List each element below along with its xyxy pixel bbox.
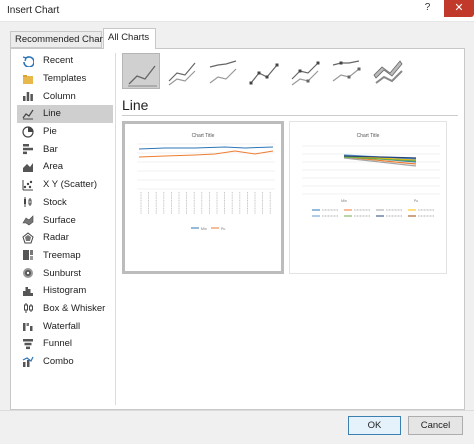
sidebar-item-label: Templates — [43, 73, 87, 85]
ok-button[interactable]: OK — [348, 416, 401, 435]
stacked-line-with-markers-subtype-icon — [291, 61, 320, 86]
section-divider — [122, 115, 458, 116]
sidebar-item-label: Stock — [43, 196, 67, 208]
treemap-icon — [22, 249, 34, 261]
sidebar-item-label: Treemap — [43, 249, 81, 261]
sidebar-item-area[interactable]: Area — [17, 158, 113, 176]
sidebar-item-label: Recent — [43, 55, 74, 67]
close-button[interactable]: ✕ — [444, 0, 474, 17]
sidebar-item-scatter[interactable]: X Y (Scatter) — [17, 176, 113, 194]
stacked-line-with-markers-subtype[interactable] — [286, 53, 324, 89]
sidebar-item-bar[interactable]: Bar — [17, 140, 113, 158]
chart-type-list: Recent Templates Column Line Pie Bar Area X Y (… — [17, 52, 113, 370]
100-stacked-line-subtype-icon — [209, 60, 237, 84]
sidebar-item-label: Histogram — [43, 285, 87, 297]
line-subtype[interactable] — [122, 53, 160, 89]
chart-preview-2[interactable]: Chart Title Min Pu — [289, 121, 447, 274]
sidebar-item-label: Waterfall — [43, 320, 81, 332]
footer-divider — [0, 410, 474, 411]
sidebar-item-treemap[interactable]: Treemap — [17, 247, 113, 265]
sidebar-item-histogram[interactable]: Histogram — [17, 282, 113, 300]
sidebar-item-label: Area — [43, 161, 64, 173]
window-title: Insert Chart — [7, 5, 60, 16]
series-line-2 — [138, 150, 274, 158]
bar-icon — [22, 143, 34, 155]
sidebar-item-label: Pie — [43, 126, 57, 138]
sidebar-item-label: Sunburst — [43, 267, 82, 279]
legend-label-1: Min — [201, 227, 207, 231]
line-with-markers-subtype-icon — [249, 63, 279, 85]
sidebar-item-surface[interactable]: Surface — [17, 211, 113, 229]
box-whisker-icon — [22, 302, 34, 314]
chart-preview-1-graphic: Chart Title Min Pu — [137, 133, 275, 231]
help-button[interactable]: ? — [414, 0, 441, 17]
sidebar-item-label: Combo — [43, 356, 74, 368]
sidebar-divider — [115, 53, 116, 405]
x-tick-label-1: Min — [341, 199, 347, 203]
area-icon — [22, 161, 34, 173]
sidebar-item-funnel[interactable]: Funnel — [17, 335, 113, 353]
combo-icon — [22, 356, 34, 368]
sidebar-item-stock[interactable]: Stock — [17, 194, 113, 212]
100-stacked-line-with-markers-subtype[interactable] — [327, 53, 365, 89]
sunburst-icon — [22, 267, 34, 279]
chart-preview-2-graphic: Chart Title Min Pu — [302, 133, 440, 217]
3d-line-subtype[interactable] — [368, 53, 406, 89]
column-icon — [22, 90, 34, 102]
sidebar-item-recent[interactable]: Recent — [17, 52, 113, 70]
sidebar-item-waterfall[interactable]: Waterfall — [17, 317, 113, 335]
sidebar-item-radar[interactable]: Radar — [17, 229, 113, 247]
recent-icon — [22, 55, 35, 68]
histogram-icon — [22, 285, 34, 297]
pie-icon — [22, 125, 34, 138]
stacked-line-subtype[interactable] — [163, 53, 201, 89]
sidebar-item-label: Radar — [43, 232, 69, 244]
cancel-button[interactable]: Cancel — [408, 416, 463, 435]
legend-label-2: Pu — [221, 227, 225, 231]
sidebar-item-combo[interactable]: Combo — [17, 353, 113, 371]
sidebar-item-label: Box & Whisker — [43, 302, 106, 314]
chart-title: Chart Title — [192, 133, 215, 139]
sidebar-item-label: Column — [43, 90, 76, 102]
waterfall-icon — [22, 320, 34, 332]
sidebar-item-line[interactable]: Line — [17, 105, 113, 123]
tab-all-charts[interactable]: All Charts — [103, 28, 156, 49]
chart-preview-1[interactable]: Chart Title Min Pu — [122, 121, 284, 274]
sidebar-item-box-whisker[interactable]: Box & Whisker — [17, 300, 113, 318]
sidebar-item-label: X Y (Scatter) — [43, 179, 98, 191]
3d-line-subtype-icon — [373, 60, 403, 84]
title-bar: Insert Chart ? ✕ — [0, 0, 474, 22]
templates-icon — [22, 73, 34, 85]
funnel-icon — [22, 338, 34, 350]
stock-icon — [22, 196, 34, 208]
sidebar-item-label: Surface — [43, 214, 76, 226]
all-charts-panel: Recent Templates Column Line Pie Bar Area X Y (… — [10, 48, 465, 410]
line-icon — [22, 108, 34, 120]
sidebar-item-sunburst[interactable]: Sunburst — [17, 264, 113, 282]
sidebar-item-label: Line — [43, 108, 61, 120]
sidebar-item-label: Bar — [43, 143, 58, 155]
radar-icon — [22, 232, 34, 244]
tab-recommended-charts[interactable]: Recommended Charts — [10, 31, 110, 48]
dialog-body: Recommended Charts All Charts Recent Temp… — [0, 22, 474, 444]
line-with-markers-subtype[interactable] — [245, 53, 283, 89]
line-subtype-icon — [128, 65, 157, 87]
100-stacked-line-subtype[interactable] — [204, 53, 242, 89]
sidebar-item-templates[interactable]: Templates — [17, 70, 113, 88]
scatter-icon — [22, 179, 34, 191]
100-stacked-line-with-markers-subtype-icon — [332, 60, 361, 82]
sidebar-item-pie[interactable]: Pie — [17, 123, 113, 141]
surface-icon — [22, 214, 34, 226]
section-title: Line — [122, 97, 149, 113]
sidebar-item-label: Funnel — [43, 338, 73, 350]
sidebar-item-column[interactable]: Column — [17, 87, 113, 105]
x-tick-label-2: Pu — [414, 199, 418, 203]
series-line-1 — [138, 146, 274, 150]
stacked-line-subtype-icon — [168, 62, 196, 86]
chart-title: Chart Title — [357, 133, 380, 139]
